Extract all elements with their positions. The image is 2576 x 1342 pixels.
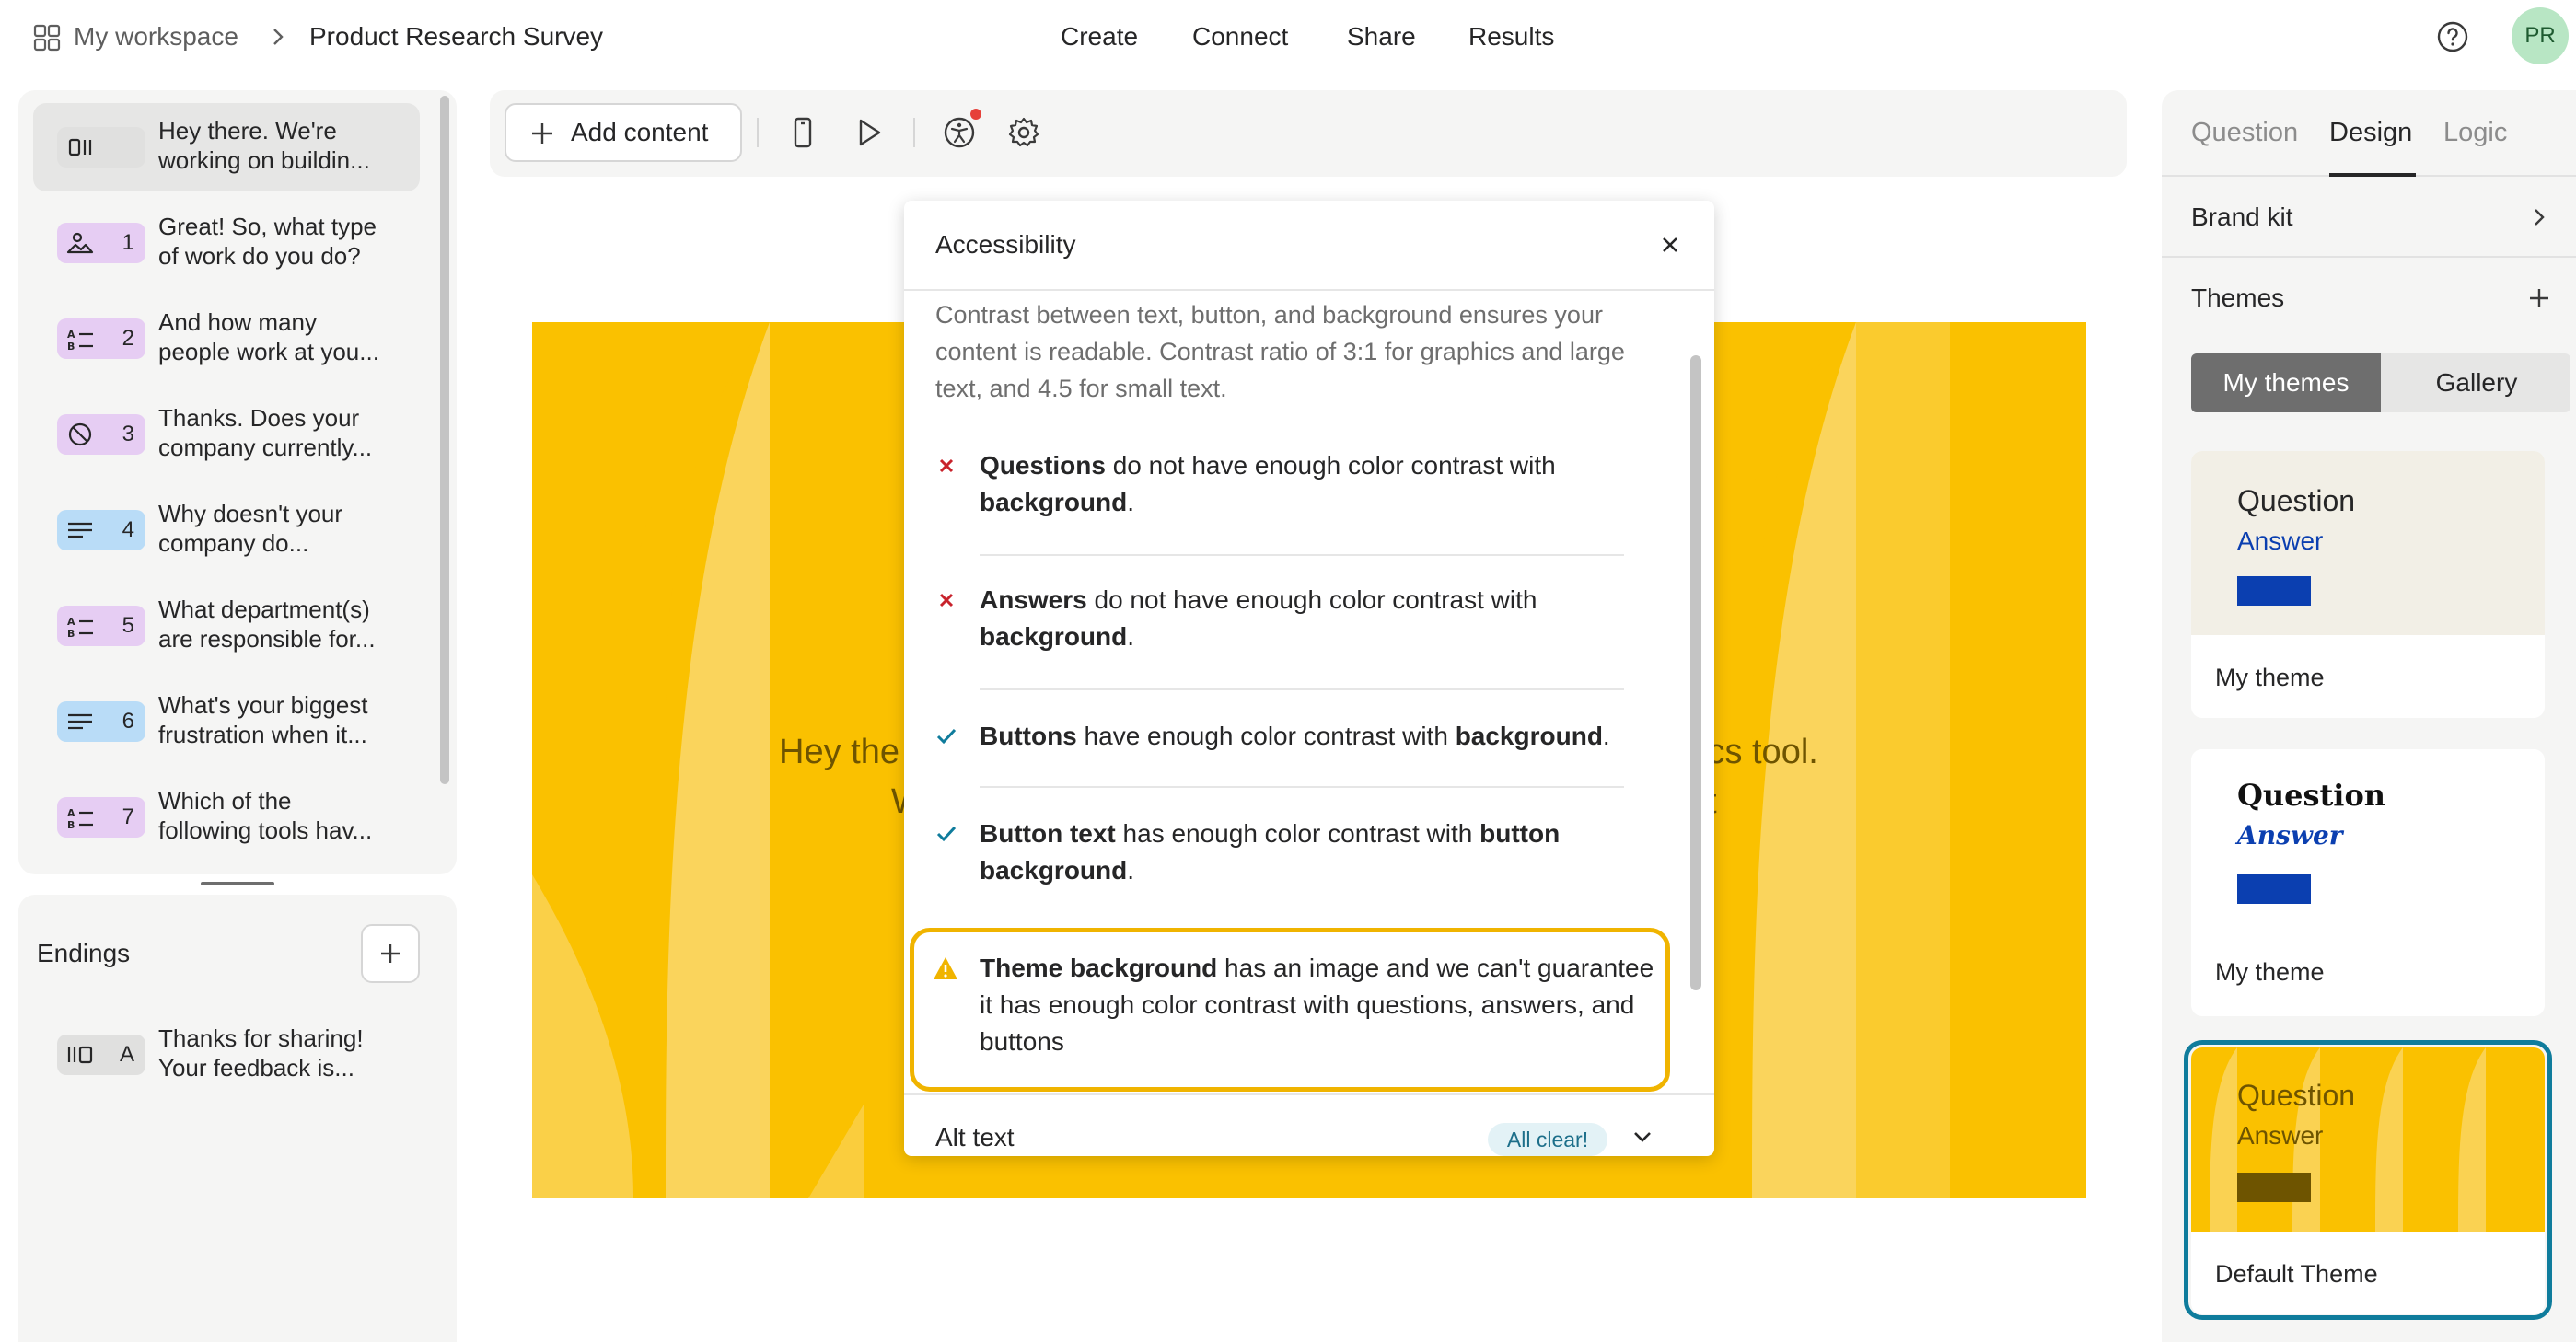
- nav-connect[interactable]: Connect: [1192, 20, 1288, 53]
- theme-preview: Question Answer: [2191, 749, 2545, 933]
- contrast-description: Contrast between text, button, and backg…: [935, 301, 1625, 402]
- check-divider: [980, 554, 1624, 556]
- play-icon[interactable]: [853, 116, 886, 149]
- question-badge: [57, 127, 145, 168]
- plus-icon: [381, 944, 400, 963]
- chevron-right-icon: [273, 29, 284, 45]
- question-list-scrollbar[interactable]: [440, 96, 449, 784]
- question-badge: 4: [57, 510, 145, 550]
- help-icon[interactable]: [2436, 20, 2469, 53]
- top-bar: My workspace Product Research Survey Cre…: [0, 0, 2576, 74]
- theme-card[interactable]: Question Answer My theme: [2191, 749, 2545, 1016]
- toolbar-divider: [757, 118, 759, 147]
- endings-title: Endings: [37, 939, 131, 967]
- theme-card[interactable]: Question Answer My theme: [2191, 451, 2545, 718]
- check-divider: [980, 786, 1624, 788]
- question-badge: A B 5: [57, 606, 145, 646]
- segment-my-themes[interactable]: My themes: [2191, 353, 2381, 412]
- canvas-question-text: Hey the: [779, 733, 899, 771]
- svg-text:A: A: [67, 807, 75, 819]
- tab-design[interactable]: Design: [2329, 116, 2412, 149]
- popup-title: Accessibility: [935, 230, 1076, 259]
- breadcrumb-workspace[interactable]: My workspace: [74, 20, 238, 53]
- chevron-down-icon[interactable]: [1631, 1128, 1654, 1147]
- tab-question[interactable]: Question: [2191, 116, 2298, 149]
- question-text: Which of the following tools hav...: [158, 787, 373, 844]
- fail-x-icon: [939, 458, 954, 473]
- picture-choice-icon: [66, 232, 94, 254]
- add-content-button[interactable]: Add content: [505, 103, 742, 162]
- popup-scrollbar[interactable]: [1690, 355, 1701, 990]
- add-ending-button[interactable]: [361, 924, 420, 983]
- theme-button-swatch: [2237, 576, 2311, 606]
- grid-icon[interactable]: [33, 24, 61, 52]
- popup-divider: [904, 289, 1714, 291]
- close-icon[interactable]: [1659, 234, 1681, 256]
- alt-text-status-badge: All clear!: [1488, 1123, 1607, 1156]
- question-badge: A B 7: [57, 797, 145, 838]
- popup-divider: [904, 1093, 1714, 1095]
- question-text: And how many people work at you...: [158, 308, 379, 365]
- multiple-choice-icon: A B: [67, 807, 93, 830]
- long-text-icon: [68, 713, 92, 730]
- question-badge: 1: [57, 223, 145, 263]
- question-text: Great! So, what type of work do you do?: [158, 213, 377, 270]
- accessibility-icon[interactable]: [943, 116, 976, 149]
- svg-text:B: B: [67, 341, 75, 352]
- checkmark-icon: [936, 728, 957, 745]
- brand-kit-row[interactable]: Brand kit: [2191, 201, 2293, 234]
- question-badge: A B 2: [57, 318, 145, 359]
- chevron-right-icon[interactable]: [2532, 206, 2547, 228]
- ending-text: Thanks for sharing! Your feedback is...: [158, 1024, 364, 1082]
- question-text: Thanks. Does your company currently...: [158, 404, 373, 461]
- notification-dot: [970, 109, 981, 120]
- themes-title: Themes: [2191, 283, 2285, 312]
- ending-icon: [67, 1046, 93, 1064]
- alt-text-section-title[interactable]: Alt text: [935, 1121, 1015, 1154]
- selected-theme-outline: [2184, 1040, 2552, 1320]
- plus-icon: [532, 123, 552, 144]
- question-badge: 3: [57, 414, 145, 455]
- plus-icon[interactable]: [2528, 287, 2550, 309]
- toolbar-divider: [913, 118, 915, 147]
- panel-resize-handle[interactable]: [201, 882, 274, 885]
- svg-text:B: B: [67, 819, 75, 830]
- tab-logic[interactable]: Logic: [2443, 116, 2507, 149]
- checkmark-icon: [936, 826, 957, 842]
- ending-badge: A: [57, 1035, 145, 1075]
- theme-name: My theme: [2215, 958, 2325, 986]
- question-text: What's your biggest frustration when it.…: [158, 691, 368, 748]
- gear-icon[interactable]: [1007, 116, 1040, 149]
- theme-preview: Question Answer: [2191, 451, 2545, 635]
- long-text-icon: [68, 522, 92, 538]
- canvas-question-text: ics tool.: [1700, 733, 1818, 771]
- segment-gallery[interactable]: Gallery: [2383, 353, 2570, 412]
- multiple-choice-icon: A B: [67, 616, 93, 639]
- svg-text:B: B: [67, 628, 75, 639]
- accessibility-popup: Accessibility Contrast between text, but…: [904, 201, 1714, 1156]
- multiple-choice-icon: A B: [67, 329, 93, 352]
- check-divider: [980, 688, 1624, 690]
- avatar[interactable]: PR: [2512, 7, 2569, 64]
- theme-button-swatch: [2237, 874, 2311, 904]
- question-text: What department(s) are responsible for..…: [158, 596, 376, 653]
- mobile-preview-icon[interactable]: [786, 116, 819, 149]
- svg-text:A: A: [67, 616, 75, 628]
- yes-no-icon: [68, 422, 92, 446]
- theme-name: My theme: [2215, 664, 2325, 691]
- breadcrumb-survey-title[interactable]: Product Research Survey: [309, 20, 603, 53]
- active-tab-indicator: [2329, 173, 2416, 177]
- question-badge: 6: [57, 701, 145, 742]
- warning-triangle-icon: [934, 957, 957, 979]
- section-divider: [2162, 256, 2576, 258]
- nav-create[interactable]: Create: [1061, 20, 1138, 53]
- nav-results[interactable]: Results: [1468, 20, 1554, 53]
- svg-text:A: A: [67, 329, 75, 341]
- statement-icon: [68, 138, 92, 156]
- question-text: Hey there. We're working on buildin...: [158, 117, 370, 174]
- question-text: Why doesn't your company do...: [158, 500, 343, 557]
- nav-share[interactable]: Share: [1347, 20, 1416, 53]
- fail-x-icon: [939, 593, 954, 607]
